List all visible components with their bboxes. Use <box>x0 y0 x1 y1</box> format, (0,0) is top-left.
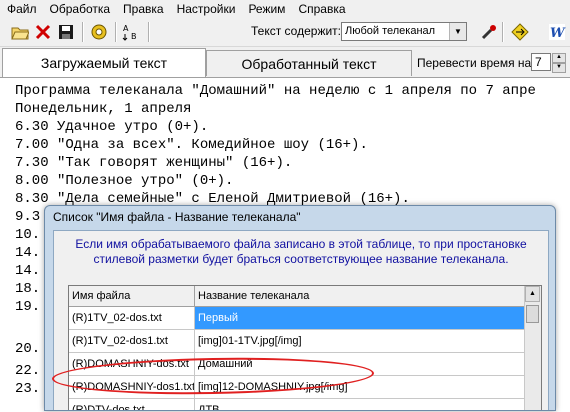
dialog-title: Список "Имя файла - Название телеканала" <box>53 210 301 224</box>
text-line: 9.3 <box>15 209 41 225</box>
open-folder-icon[interactable] <box>10 22 30 42</box>
toolbar-separator <box>115 22 117 42</box>
text-line: 7.00 "Одна за всех". Комедийное шоу (16+… <box>15 137 368 153</box>
text-line: Программа телеканала "Домашний" на недел… <box>15 83 536 99</box>
cell-channel[interactable]: Первый <box>195 307 527 329</box>
dialog-info-line: стилевой разметки будет браться соответс… <box>93 252 509 266</box>
menu-bar: Файл Обработка Правка Настройки Режим Сп… <box>0 0 570 18</box>
svg-text:W: W <box>550 26 566 41</box>
text-line: 22. <box>15 363 41 379</box>
table-row[interactable]: (R)DTV-dos.txt ДТВ <box>69 399 527 410</box>
cell-file[interactable]: (R)1TV_02-dos1.txt <box>69 330 195 352</box>
settings-gear-icon[interactable] <box>89 22 109 42</box>
navigate-icon[interactable] <box>510 22 530 42</box>
text-line: 18. <box>15 281 41 297</box>
channel-filter-select[interactable]: Любой телеканал ▼ <box>341 22 467 41</box>
text-line: 14. <box>15 263 41 279</box>
stepper-down-icon[interactable]: ▼ <box>552 63 566 73</box>
text-line: Понедельник, 1 апреля <box>15 101 192 117</box>
dialog-info: Если имя обрабатываемого файла записано … <box>54 237 548 267</box>
chevron-down-icon[interactable]: ▼ <box>449 23 466 40</box>
tabs-row: Загружаемый текст Обработанный текст Пер… <box>0 47 570 77</box>
text-contains-label: Текст содержит: <box>251 24 341 38</box>
menu-processing[interactable]: Обработка <box>43 0 117 18</box>
cell-channel[interactable]: ДТВ <box>195 399 527 410</box>
text-line: 23. <box>15 381 41 397</box>
text-line: 19. <box>15 299 41 315</box>
menu-edit[interactable]: Правка <box>116 0 170 18</box>
toolbar-separator <box>502 22 504 42</box>
toolbar-separator <box>148 22 150 42</box>
stepper-up-icon[interactable]: ▲ <box>552 53 566 63</box>
scroll-up-icon[interactable]: ▲ <box>525 286 540 302</box>
table-row[interactable]: (R)1TV_02-dos1.txt [img]01-1TV.jpg[/img] <box>69 330 527 353</box>
scroll-thumb[interactable] <box>526 305 539 323</box>
tools-icon[interactable] <box>479 22 499 42</box>
dialog-info-line: Если имя обрабатываемого файла записано … <box>75 237 527 251</box>
tab-loaded-text[interactable]: Загружаемый текст <box>2 48 206 77</box>
close-icon[interactable] <box>33 22 53 42</box>
text-line: 14. <box>15 245 41 261</box>
table-scrollbar[interactable]: ▲ <box>524 286 541 410</box>
column-header-file[interactable]: Имя файла <box>69 286 195 306</box>
menu-help[interactable]: Справка <box>291 0 351 18</box>
text-line: 7.30 "Так говорят женщины" (16+). <box>15 155 293 171</box>
column-header-channel[interactable]: Название телеканала <box>195 286 527 306</box>
table-row[interactable]: (R)1TV_02-dos.txt Первый <box>69 307 527 330</box>
toolbar-separator <box>82 22 84 42</box>
svg-text:B: B <box>131 32 137 41</box>
menu-mode[interactable]: Режим <box>241 0 291 18</box>
text-line: 10. <box>15 227 41 243</box>
menu-settings[interactable]: Настройки <box>170 0 242 18</box>
convert-time-stepper[interactable]: ▲ ▼ <box>552 53 566 73</box>
save-icon[interactable] <box>56 22 76 42</box>
cell-file[interactable]: (R)1TV_02-dos.txt <box>69 307 195 329</box>
menu-file[interactable]: Файл <box>0 0 43 18</box>
text-line: 6.30 Удачное утро (0+). <box>15 119 209 135</box>
toolbar: AB Текст содержит: Любой телеканал ▼ W <box>0 18 570 47</box>
tab-processed-text[interactable]: Обработанный текст <box>206 50 412 76</box>
convert-time-input[interactable]: 7 <box>531 53 551 71</box>
table-header: Имя файла Название телеканала <box>69 286 527 307</box>
cell-channel[interactable]: [img]01-1TV.jpg[/img] <box>195 330 527 352</box>
channel-filter-value: Любой телеканал <box>345 25 436 37</box>
svg-text:A: A <box>123 24 129 33</box>
convert-time-label: Перевести время на <box>417 56 532 70</box>
word-icon[interactable]: W <box>547 22 567 42</box>
cell-file[interactable]: (R)DTV-dos.txt <box>69 399 195 410</box>
text-line: 8.00 "Полезное утро" (0+). <box>15 173 234 189</box>
text-line: 20. <box>15 341 41 357</box>
sort-ab-icon[interactable]: AB <box>121 22 141 42</box>
